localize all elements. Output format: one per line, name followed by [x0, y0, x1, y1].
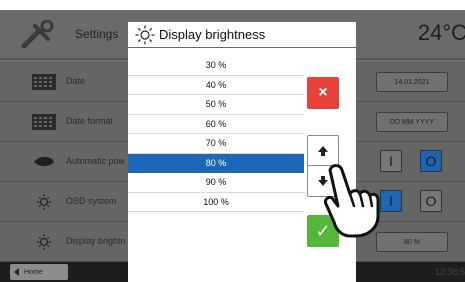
setting-label: Date: [66, 76, 86, 86]
home-button[interactable]: Home: [10, 264, 68, 280]
list-item-selected[interactable]: 80 %: [128, 153, 304, 173]
list-item[interactable]: 90 %: [128, 173, 304, 193]
calendar-icon: [32, 114, 56, 130]
list-item[interactable]: 70 %: [128, 134, 304, 154]
list-item[interactable]: 40 %: [128, 76, 304, 95]
list-item[interactable]: 60 %: [128, 115, 304, 134]
home-label: Home: [24, 268, 43, 276]
list-item[interactable]: 30 %: [128, 56, 304, 76]
list-item[interactable]: 50 %: [128, 95, 304, 115]
leaf-icon: [34, 156, 54, 167]
tools-icon: [21, 20, 54, 49]
setting-label: Date format: [66, 116, 114, 126]
toggle-off-button[interactable]: O: [420, 150, 442, 172]
setting-label: OSD system: [66, 196, 117, 206]
list-item[interactable]: 100 %: [128, 193, 304, 212]
close-icon: ×: [318, 84, 328, 101]
back-arrow-icon: [14, 268, 19, 276]
temperature-readout: 24°C: [417, 20, 465, 45]
dialog-title: Display brightness: [159, 27, 266, 42]
date-format-value-button[interactable]: DD MM YYYY: [376, 112, 448, 132]
calendar-icon: [32, 74, 56, 90]
dialog-header: Display brightness: [128, 22, 356, 48]
sun-icon: [37, 234, 51, 250]
page-title: Settings: [75, 27, 119, 41]
cancel-button[interactable]: ×: [307, 77, 339, 109]
brightness-option-list: 30 % 40 % 50 % 60 % 70 % 80 % 90 % 100 %: [128, 56, 304, 212]
setting-label: Display brightn: [66, 236, 126, 246]
brightness-value-button[interactable]: 80 %: [376, 232, 448, 252]
setting-label: Automatic pow: [66, 156, 126, 166]
clock: 12:36:5: [434, 267, 465, 277]
pointing-hand-icon: [324, 164, 380, 238]
sun-icon: [135, 25, 155, 44]
toggle-off-button[interactable]: O: [420, 190, 442, 212]
arrow-up-icon: [318, 146, 328, 156]
sun-icon: [37, 194, 51, 210]
brightness-dialog: Display brightness 30 % 40 % 50 % 60 % 7…: [128, 22, 356, 282]
date-value-button[interactable]: 14.01.2021: [376, 72, 448, 92]
